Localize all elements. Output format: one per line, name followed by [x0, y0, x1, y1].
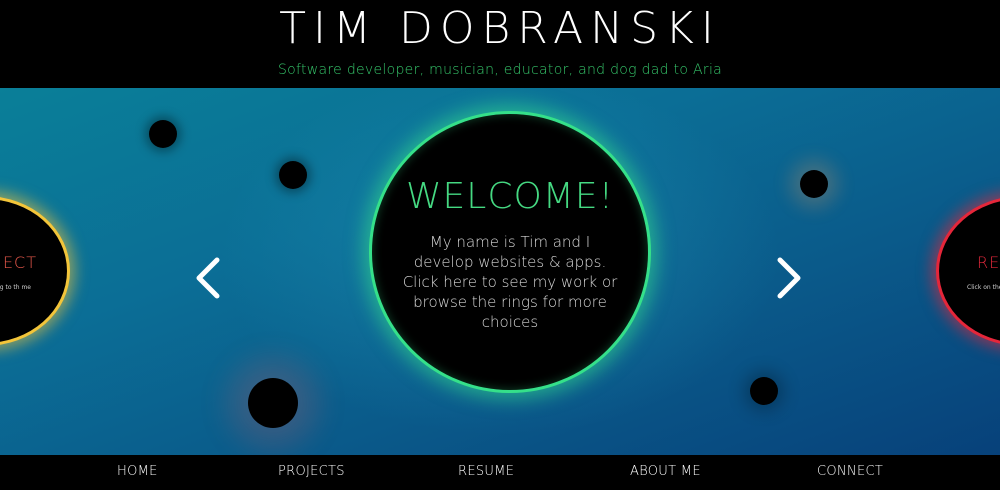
resume-ring[interactable]: RES Click on the expan [936, 196, 1000, 346]
decorative-orb [149, 120, 177, 148]
nav-item-home[interactable]: HOME [117, 464, 158, 479]
carousel-prev-button[interactable] [193, 256, 223, 300]
welcome-ring[interactable]: WELCOME! My name is Tim and I develop we… [369, 111, 651, 393]
decorative-orb [750, 377, 778, 405]
nav-item-projects[interactable]: PROJECTS [278, 464, 345, 479]
ring-carousel: NECT ring to th me WELCOME! My name is T… [0, 88, 1000, 455]
resume-ring-text: Click on the expan [967, 284, 1000, 291]
welcome-ring-text: My name is Tim and I develop websites & … [402, 233, 618, 331]
nav-item-connect[interactable]: CONNECT [817, 464, 883, 479]
site-tagline: Software developer, musician, educator, … [277, 62, 723, 78]
nav-item-resume[interactable]: RESUME [458, 464, 514, 479]
nav-item-about-me[interactable]: ABOUT ME [630, 464, 701, 479]
carousel-next-button[interactable] [774, 256, 804, 300]
connect-ring-text: ring to th me [0, 284, 31, 291]
site-header: TIM DOBRANSKI Software developer, musici… [0, 0, 1000, 88]
chevron-right-icon [777, 257, 801, 299]
decorative-orb [248, 378, 298, 428]
decorative-orb [279, 161, 307, 189]
connect-ring-heading: NECT [0, 253, 37, 272]
bottom-nav: HOME PROJECTS RESUME ABOUT ME CONNECT [0, 455, 1000, 490]
resume-ring-heading: RES [977, 253, 1000, 272]
site-title: TIM DOBRANSKI [279, 3, 721, 54]
connect-ring[interactable]: NECT ring to th me [0, 196, 70, 346]
chevron-left-icon [196, 257, 220, 299]
welcome-ring-heading: WELCOME! [405, 176, 615, 217]
decorative-orb [800, 170, 828, 198]
